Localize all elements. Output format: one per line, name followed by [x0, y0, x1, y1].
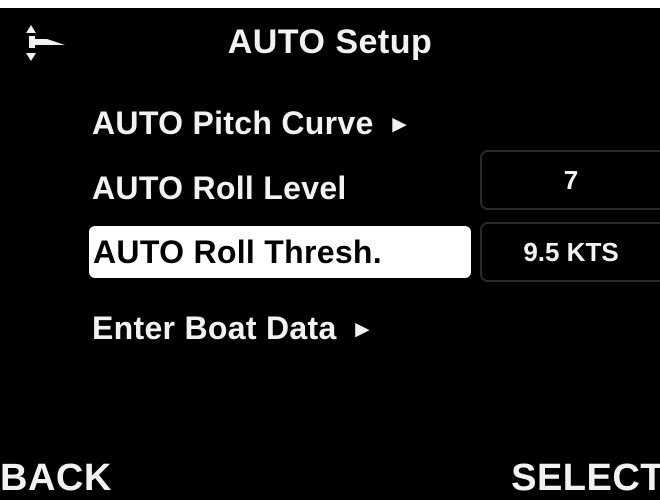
roll-thresh-value[interactable]: 9.5 KTS	[480, 222, 660, 282]
submenu-arrow-icon: ►	[350, 316, 375, 343]
menu-item-enter-boat-data[interactable]: Enter Boat Data ►	[92, 302, 375, 354]
menu-item-label: Enter Boat Data	[92, 310, 337, 346]
select-softkey[interactable]: SELECT	[511, 456, 660, 500]
display-screen: AUTO Setup AUTO Pitch Curve ► AUTO Roll L…	[0, 8, 660, 500]
back-softkey[interactable]: BACK	[0, 456, 112, 500]
device-frame: AUTO Setup AUTO Pitch Curve ► AUTO Roll L…	[0, 0, 660, 500]
menu-item-label: AUTO Pitch Curve	[92, 105, 374, 141]
page-title: AUTO Setup	[227, 23, 433, 61]
menu-item-auto-pitch-curve[interactable]: AUTO Pitch Curve ►	[92, 97, 412, 149]
menu-item-auto-roll-thresh[interactable]: AUTO Roll Thresh.	[89, 226, 471, 278]
menu-item-label: AUTO Roll Thresh.	[93, 234, 382, 270]
submenu-arrow-icon: ►	[387, 111, 412, 138]
menu-item-label: AUTO Roll Level	[92, 170, 347, 206]
menu-item-auto-roll-level[interactable]: AUTO Roll Level	[92, 162, 347, 214]
roll-level-value[interactable]: 7	[480, 150, 660, 210]
